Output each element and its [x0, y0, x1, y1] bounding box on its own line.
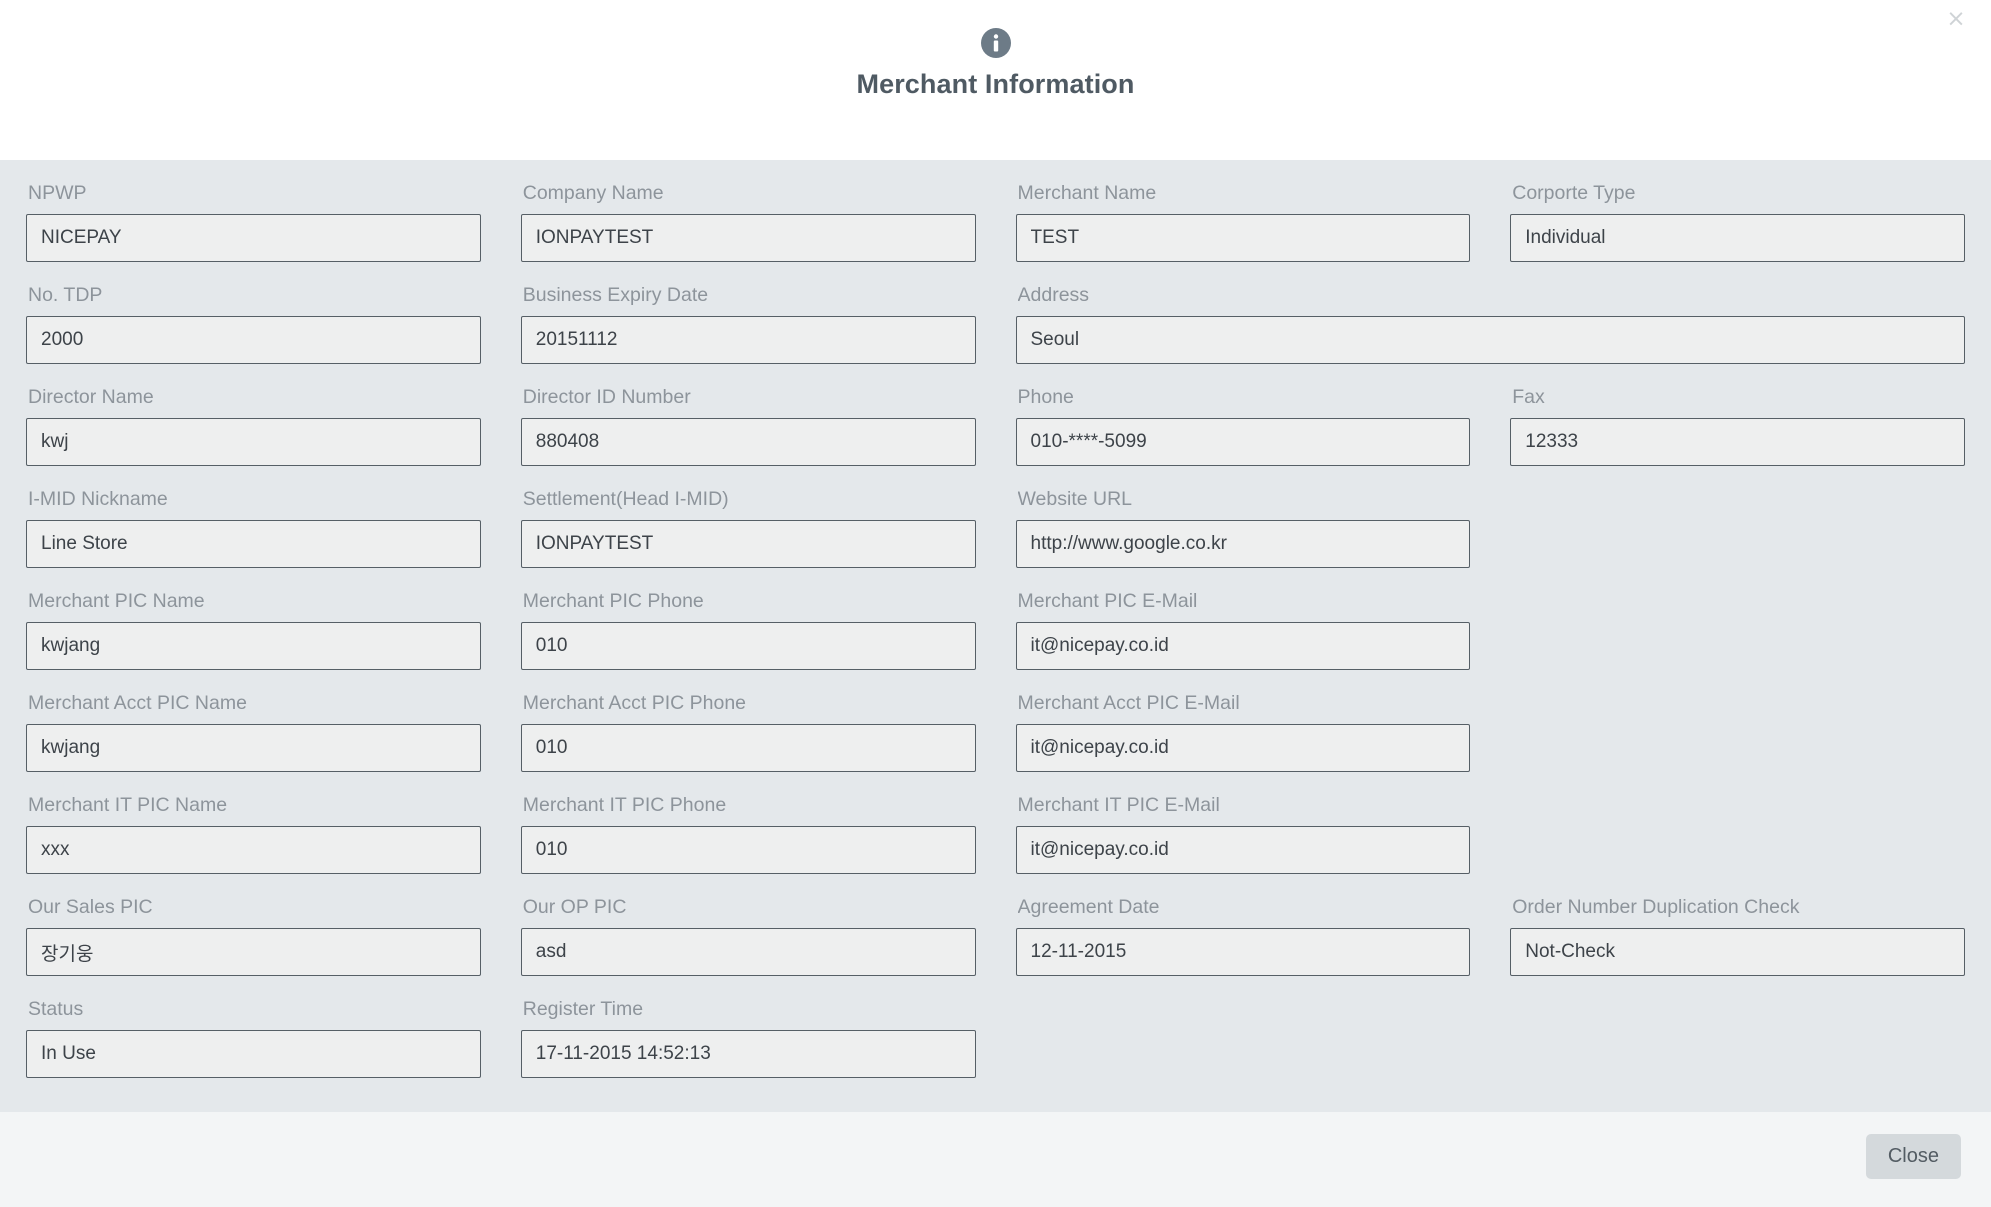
field-settlement-head-i-mid: Settlement(Head I-MID): [520, 488, 976, 568]
field-director-name: Director Name: [26, 386, 481, 466]
merchant-information-modal: × Merchant Information NPWP Company Name M…: [0, 0, 1991, 1207]
field-label: Website URL: [1017, 488, 1133, 510]
field-input[interactable]: [26, 316, 481, 364]
field-input[interactable]: [1015, 724, 1471, 772]
field-input[interactable]: [520, 928, 976, 976]
field-input[interactable]: [26, 418, 481, 466]
field-merchant-it-pic-name: Merchant IT PIC Name: [26, 794, 481, 874]
field-business-expiry-date: Business Expiry Date: [520, 284, 976, 364]
field-label: Merchant Acct PIC E-Mail: [1017, 692, 1240, 714]
field-input[interactable]: [26, 1030, 481, 1078]
close-button[interactable]: Close: [1865, 1134, 1961, 1179]
field-input[interactable]: [1510, 928, 1965, 976]
field-merchant-name: Merchant Name: [1015, 182, 1471, 262]
field-our-sales-pic: Our Sales PIC: [26, 896, 481, 976]
field-label: Merchant Name: [1017, 182, 1157, 204]
field-order-number-duplication-check: Order Number Duplication Check: [1510, 896, 1965, 976]
field-merchant-pic-phone: Merchant PIC Phone: [520, 590, 976, 670]
field-input[interactable]: [1510, 418, 1965, 466]
page-title: Merchant Information: [856, 69, 1135, 99]
field-input[interactable]: [26, 622, 481, 670]
field-label: Address: [1017, 284, 1090, 306]
field-fax: Fax: [1510, 386, 1965, 466]
field-label: Order Number Duplication Check: [1512, 896, 1800, 918]
field-input[interactable]: [26, 520, 481, 568]
field-input[interactable]: [1015, 622, 1471, 670]
field-label: Corporte Type: [1512, 182, 1636, 204]
field-label: Merchant IT PIC Phone: [522, 794, 727, 816]
field-label: Business Expiry Date: [522, 284, 709, 306]
field-merchant-it-pic-phone: Merchant IT PIC Phone: [520, 794, 976, 874]
field-input[interactable]: [1015, 214, 1471, 262]
merchant-fields-grid: NPWP Company Name Merchant Name Corporte Ty…: [26, 182, 1965, 1100]
field-label: Merchant PIC Phone: [522, 590, 704, 612]
field-no-tdp: No. TDP: [26, 284, 481, 364]
field-label: Status: [28, 998, 84, 1020]
field-label: Fax: [1512, 386, 1545, 408]
field-input[interactable]: [26, 928, 481, 976]
field-website-url: Website URL: [1015, 488, 1471, 568]
field-director-id-number: Director ID Number: [520, 386, 976, 466]
field-register-time: Register Time: [520, 998, 976, 1078]
field-input[interactable]: [1015, 316, 1965, 364]
field-label: Agreement Date: [1017, 896, 1160, 918]
field-input[interactable]: [26, 724, 481, 772]
field-label: Merchant Acct PIC Phone: [522, 692, 747, 714]
field-input[interactable]: [26, 214, 481, 262]
field-merchant-pic-name: Merchant PIC Name: [26, 590, 481, 670]
field-merchant-it-pic-e-mail: Merchant IT PIC E-Mail: [1015, 794, 1471, 874]
field-label: Register Time: [522, 998, 644, 1020]
field-input[interactable]: [520, 826, 976, 874]
field-label: Our OP PIC: [522, 896, 627, 918]
field-phone: Phone: [1015, 386, 1471, 466]
field-input[interactable]: [520, 316, 976, 364]
field-label: NPWP: [28, 182, 87, 204]
field-input[interactable]: [1015, 928, 1471, 976]
field-label: No. TDP: [28, 284, 103, 306]
field-label: Settlement(Head I-MID): [522, 488, 729, 510]
close-icon[interactable]: ×: [1941, 4, 1971, 34]
field-label: Phone: [1017, 386, 1074, 408]
field-label: Our Sales PIC: [28, 896, 153, 918]
field-label: Merchant Acct PIC Name: [28, 692, 247, 714]
field-status: Status: [26, 998, 481, 1078]
field-label: Merchant IT PIC Name: [28, 794, 228, 816]
field-merchant-acct-pic-name: Merchant Acct PIC Name: [26, 692, 481, 772]
field-input[interactable]: [1510, 214, 1965, 262]
field-input[interactable]: [520, 622, 976, 670]
field-agreement-date: Agreement Date: [1015, 896, 1471, 976]
field-input[interactable]: [520, 724, 976, 772]
field-i-mid-nickname: I-MID Nickname: [26, 488, 481, 568]
field-our-op-pic: Our OP PIC: [520, 896, 976, 976]
field-input[interactable]: [26, 826, 481, 874]
field-label: Merchant PIC E-Mail: [1017, 590, 1198, 612]
field-input[interactable]: [1015, 826, 1471, 874]
field-npwp: NPWP: [26, 182, 481, 262]
field-label: Company Name: [522, 182, 664, 204]
info-circle-icon: [980, 28, 1011, 58]
field-company-name: Company Name: [520, 182, 976, 262]
field-label: I-MID Nickname: [28, 488, 168, 510]
modal-footer: Close: [0, 1112, 1991, 1207]
field-address: Address: [1015, 284, 1965, 364]
field-label: Merchant IT PIC E-Mail: [1017, 794, 1220, 816]
field-label: Director Name: [28, 386, 154, 408]
field-input[interactable]: [520, 214, 976, 262]
field-input[interactable]: [1015, 418, 1471, 466]
field-merchant-acct-pic-e-mail: Merchant Acct PIC E-Mail: [1015, 692, 1471, 772]
field-corporte-type: Corporte Type: [1510, 182, 1965, 262]
modal-header: × Merchant Information: [0, 0, 1991, 160]
field-input[interactable]: [520, 520, 976, 568]
field-input[interactable]: [1015, 520, 1471, 568]
field-merchant-pic-e-mail: Merchant PIC E-Mail: [1015, 590, 1471, 670]
field-input[interactable]: [520, 1030, 976, 1078]
field-label: Merchant PIC Name: [28, 590, 205, 612]
modal-body: NPWP Company Name Merchant Name Corporte Ty…: [0, 160, 1991, 1112]
field-input[interactable]: [520, 418, 976, 466]
field-merchant-acct-pic-phone: Merchant Acct PIC Phone: [520, 692, 976, 772]
field-label: Director ID Number: [522, 386, 691, 408]
